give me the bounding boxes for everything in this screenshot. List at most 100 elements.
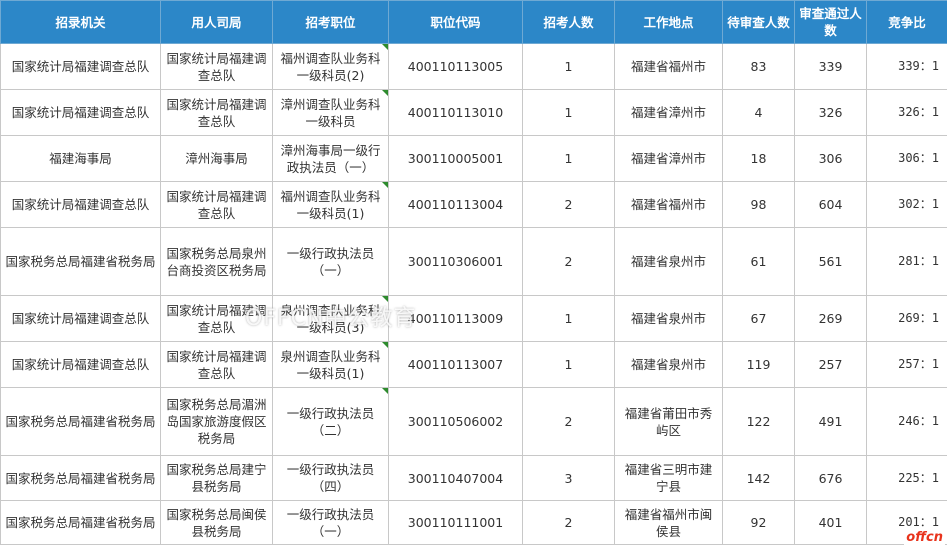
table-row: 国家统计局福建调查总队 国家统计局福建调查总队 漳州调查队业务科一级科员 400… (0, 89, 947, 136)
table-row: 福建海事局 漳州海事局 漳州海事局一级行政执法员（一） 300110005001… (0, 135, 947, 182)
cell-count: 3 (522, 455, 615, 501)
cell-ratio: 281：1 (866, 227, 947, 296)
cell-agency: 国家税务总局福建省税务局 (0, 227, 161, 296)
cell-location: 福建省福州市 (614, 181, 723, 228)
cell-position: 一级行政执法员（二） (272, 387, 389, 456)
table-row: 国家统计局福建调查总队 国家统计局福建调查总队 泉州调查队业务科一级科员(3) … (0, 295, 947, 342)
cell-dept: 国家税务总局建宁县税务局 (160, 455, 273, 501)
cell-ratio: 339：1 (866, 43, 947, 90)
cell-position: 泉州调查队业务科一级科员(3) (272, 295, 389, 342)
cell-dept: 国家统计局福建调查总队 (160, 181, 273, 228)
cell-code: 400110113004 (388, 181, 523, 228)
cell-passed: 401 (794, 500, 867, 545)
cell-passed: 257 (794, 341, 867, 388)
cell-pending: 119 (722, 341, 795, 388)
cell-pending: 61 (722, 227, 795, 296)
col-header-pending: 待审查人数 (722, 0, 795, 44)
cell-location: 福建省漳州市 (614, 135, 723, 182)
cell-position: 漳州海事局一级行政执法员（一） (272, 135, 389, 182)
cell-pending: 142 (722, 455, 795, 501)
table-row: 国家统计局福建调查总队 国家统计局福建调查总队 福州调查队业务科一级科员(1) … (0, 181, 947, 228)
col-header-location: 工作地点 (614, 0, 723, 44)
cell-location: 福建省漳州市 (614, 89, 723, 136)
cell-location: 福建省福州市闽侯县 (614, 500, 723, 545)
cell-location: 福建省莆田市秀屿区 (614, 387, 723, 456)
cell-passed: 269 (794, 295, 867, 342)
cell-pending: 4 (722, 89, 795, 136)
header-row: 招录机关 用人司局 招考职位 职位代码 招考人数 工作地点 待审查人数 审查通过… (0, 0, 947, 44)
cell-code: 300110005001 (388, 135, 523, 182)
col-header-count: 招考人数 (522, 0, 615, 44)
cell-count: 2 (522, 500, 615, 545)
cell-position: 漳州调查队业务科一级科员 (272, 89, 389, 136)
cell-location: 福建省福州市 (614, 43, 723, 90)
cell-dept: 国家统计局福建调查总队 (160, 89, 273, 136)
cell-pending: 18 (722, 135, 795, 182)
cell-passed: 676 (794, 455, 867, 501)
cell-code: 400110113010 (388, 89, 523, 136)
cell-dept: 漳州海事局 (160, 135, 273, 182)
cell-agency: 国家税务总局福建省税务局 (0, 455, 161, 501)
cell-dept: 国家统计局福建调查总队 (160, 341, 273, 388)
cell-code: 400110113005 (388, 43, 523, 90)
table-row: 国家统计局福建调查总队 国家统计局福建调查总队 泉州调查队业务科一级科员(1) … (0, 341, 947, 388)
cell-location: 福建省泉州市 (614, 227, 723, 296)
cell-agency: 国家税务总局福建省税务局 (0, 387, 161, 456)
cell-pending: 98 (722, 181, 795, 228)
cell-position: 一级行政执法员（四） (272, 455, 389, 501)
cell-count: 1 (522, 89, 615, 136)
cell-passed: 339 (794, 43, 867, 90)
cell-position: 一级行政执法员（一） (272, 500, 389, 545)
cell-code: 300110111001 (388, 500, 523, 545)
cell-position: 福州调查队业务科一级科员(2) (272, 43, 389, 90)
cell-agency: 国家统计局福建调查总队 (0, 341, 161, 388)
cell-pending: 83 (722, 43, 795, 90)
cell-ratio: 246：1 (866, 387, 947, 456)
cell-dept: 国家税务总局泉州台商投资区税务局 (160, 227, 273, 296)
col-header-position: 招考职位 (272, 0, 389, 44)
cell-passed: 561 (794, 227, 867, 296)
cell-pending: 122 (722, 387, 795, 456)
cell-position: 一级行政执法员（一） (272, 227, 389, 296)
cell-location: 福建省三明市建宁县 (614, 455, 723, 501)
cell-count: 1 (522, 43, 615, 90)
cell-agency: 国家税务总局福建省税务局 (0, 500, 161, 545)
cell-passed: 604 (794, 181, 867, 228)
cell-code: 300110506002 (388, 387, 523, 456)
table-row: 国家税务总局福建省税务局 国家税务总局闽侯县税务局 一级行政执法员（一） 300… (0, 500, 947, 545)
cell-code: 400110113009 (388, 295, 523, 342)
cell-agency: 国家统计局福建调查总队 (0, 89, 161, 136)
offcn-logo: offcn (904, 530, 945, 545)
cell-count: 2 (522, 181, 615, 228)
ranking-table: 招录机关 用人司局 招考职位 职位代码 招考人数 工作地点 待审查人数 审查通过… (0, 0, 947, 545)
cell-pending: 92 (722, 500, 795, 545)
col-header-dept: 用人司局 (160, 0, 273, 44)
table-row: 国家统计局福建调查总队 国家统计局福建调查总队 福州调查队业务科一级科员(2) … (0, 43, 947, 90)
cell-position: 福州调查队业务科一级科员(1) (272, 181, 389, 228)
col-header-ratio: 竞争比 (866, 0, 947, 44)
cell-agency: 国家统计局福建调查总队 (0, 43, 161, 90)
cell-dept: 国家税务总局闽侯县税务局 (160, 500, 273, 545)
cell-pending: 67 (722, 295, 795, 342)
cell-location: 福建省泉州市 (614, 295, 723, 342)
cell-count: 1 (522, 135, 615, 182)
cell-count: 1 (522, 341, 615, 388)
cell-ratio: 269：1 (866, 295, 947, 342)
cell-count: 2 (522, 227, 615, 296)
cell-ratio: 225：1 (866, 455, 947, 501)
cell-ratio: 257：1 (866, 341, 947, 388)
cell-ratio: 326：1 (866, 89, 947, 136)
cell-passed: 306 (794, 135, 867, 182)
table-row: 国家税务总局福建省税务局 国家税务总局湄洲岛国家旅游度假区税务局 一级行政执法员… (0, 387, 947, 456)
cell-count: 1 (522, 295, 615, 342)
cell-passed: 326 (794, 89, 867, 136)
cell-passed: 491 (794, 387, 867, 456)
cell-dept: 国家统计局福建调查总队 (160, 295, 273, 342)
cell-agency: 福建海事局 (0, 135, 161, 182)
cell-count: 2 (522, 387, 615, 456)
cell-code: 400110113007 (388, 341, 523, 388)
cell-position: 泉州调查队业务科一级科员(1) (272, 341, 389, 388)
table-row: 国家税务总局福建省税务局 国家税务总局泉州台商投资区税务局 一级行政执法员（一）… (0, 227, 947, 296)
col-header-agency: 招录机关 (0, 0, 161, 44)
cell-ratio: 302：1 (866, 181, 947, 228)
